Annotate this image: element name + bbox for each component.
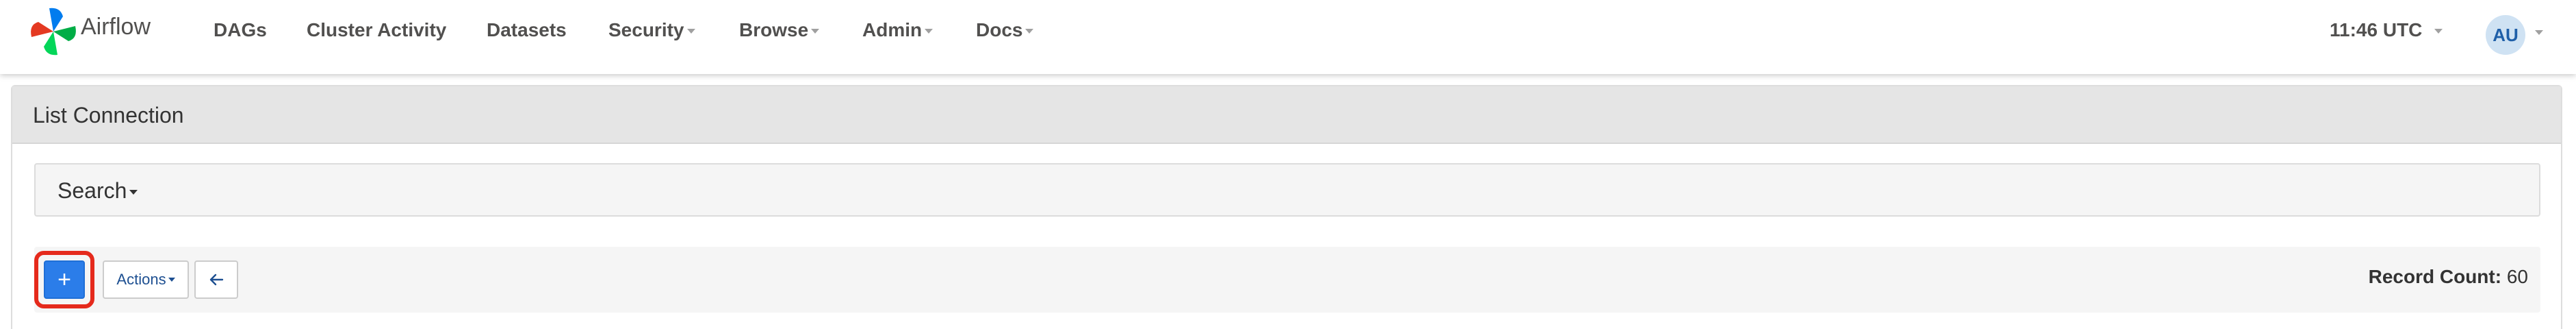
top-navbar: Airflow DAGs Cluster Activity Datasets S… (0, 0, 2576, 74)
nav-dags-label: DAGs (214, 19, 267, 40)
nav-datasets[interactable]: Datasets (487, 19, 567, 41)
back-button[interactable] (194, 260, 238, 299)
list-connection-panel: List Connection Search + Actions Record … (11, 85, 2562, 329)
caret-down-icon (129, 190, 138, 195)
search-panel: Search (34, 163, 2540, 217)
add-record-button[interactable]: + (44, 260, 85, 299)
arrow-left-icon (209, 273, 224, 286)
caret-down-icon[interactable] (2535, 30, 2543, 35)
caret-down-icon (811, 29, 820, 34)
record-count-label: Record Count: (2368, 266, 2502, 287)
brand-name[interactable]: Airflow (81, 14, 151, 40)
plus-icon: + (57, 266, 71, 293)
record-count: Record Count: 60 (2369, 266, 2528, 288)
search-label: Search (57, 178, 127, 203)
caret-down-icon (1025, 29, 1034, 34)
list-toolbar: + Actions Record Count: 60 (34, 247, 2540, 313)
caret-down-icon (168, 278, 175, 282)
brand-logo[interactable] (27, 0, 79, 60)
nav-security-dropdown[interactable]: Security (608, 19, 695, 41)
search-dropdown-toggle[interactable]: Search (57, 178, 138, 204)
actions-label: Actions (116, 271, 166, 288)
page-title: List Connection (33, 103, 184, 127)
utc-clock-label: 11:46 UTC (2330, 19, 2423, 40)
nav-docs-label: Docs (976, 19, 1023, 40)
nav-dags[interactable]: DAGs (214, 19, 267, 41)
user-avatar[interactable]: AU (2486, 15, 2525, 55)
record-count-value: 60 (2506, 266, 2528, 287)
nav-cluster-activity-label: Cluster Activity (307, 19, 447, 40)
airflow-pinwheel-icon (31, 8, 76, 56)
nav-admin-label: Admin (862, 19, 923, 40)
actions-dropdown-button[interactable]: Actions (103, 260, 189, 299)
nav-browse-dropdown[interactable]: Browse (739, 19, 820, 41)
caret-down-icon (686, 29, 695, 34)
panel-heading: List Connection (12, 86, 2561, 144)
utc-clock-dropdown[interactable]: 11:46 UTC (2330, 19, 2443, 41)
caret-down-icon (2434, 29, 2443, 34)
nav-browse-label: Browse (739, 19, 809, 40)
nav-security-label: Security (608, 19, 684, 40)
nav-datasets-label: Datasets (487, 19, 567, 40)
caret-down-icon (925, 29, 933, 34)
nav-cluster-activity[interactable]: Cluster Activity (307, 19, 446, 41)
nav-docs-dropdown[interactable]: Docs (976, 19, 1034, 41)
nav-admin-dropdown[interactable]: Admin (862, 19, 933, 41)
